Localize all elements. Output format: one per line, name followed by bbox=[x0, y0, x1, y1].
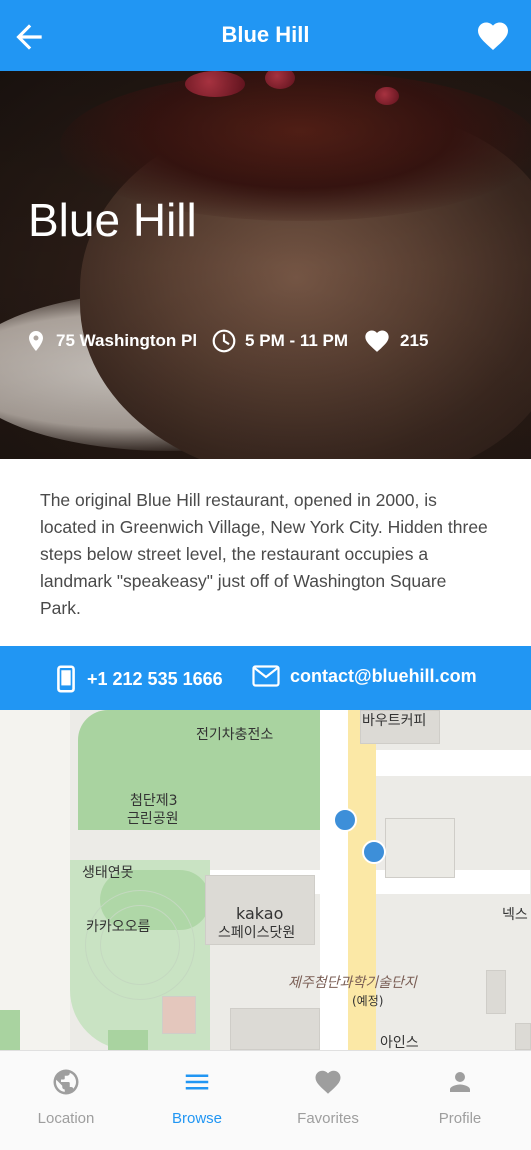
phone-number: +1 212 535 1666 bbox=[87, 668, 223, 689]
map-label: (예정) bbox=[352, 994, 384, 1008]
map-contour bbox=[85, 890, 195, 1000]
menu-icon bbox=[185, 1074, 209, 1090]
person-icon bbox=[450, 1072, 470, 1092]
map-building bbox=[162, 996, 196, 1034]
map-building bbox=[230, 1008, 320, 1050]
tab-label: Profile bbox=[438, 1110, 482, 1127]
hours: 5 PM - 11 PM bbox=[211, 328, 348, 354]
map-label: 첨단제3 bbox=[130, 793, 178, 809]
restaurant-name: Blue Hill bbox=[28, 194, 197, 246]
map-road bbox=[376, 750, 531, 764]
map-label: 카카오오름 bbox=[86, 919, 151, 935]
contact-bar: +1 212 535 1666 contact@bluehill.com bbox=[0, 646, 531, 710]
map-building bbox=[515, 1023, 531, 1050]
restaurant-description: The original Blue Hill restaurant, opene… bbox=[40, 490, 488, 618]
bus-stop-icon[interactable] bbox=[333, 808, 357, 832]
map-road bbox=[320, 710, 348, 1050]
heart-icon bbox=[478, 22, 508, 51]
hero-overlay bbox=[0, 71, 531, 459]
tab-location[interactable]: Location bbox=[0, 1067, 132, 1127]
map-park bbox=[108, 1030, 148, 1050]
map-park bbox=[0, 1010, 20, 1050]
map-label: 생태연못 bbox=[82, 865, 134, 881]
tab-browse[interactable]: Browse bbox=[131, 1067, 263, 1127]
tab-profile[interactable]: Profile bbox=[394, 1067, 526, 1127]
map-label: kakao bbox=[236, 904, 284, 923]
restaurant-meta: 75 Washington Pl 5 PM - 11 PM 215 bbox=[24, 327, 442, 355]
phone-link[interactable]: +1 212 535 1666 bbox=[55, 665, 223, 693]
tab-label: Browse bbox=[171, 1110, 223, 1127]
email-address: contact@bluehill.com bbox=[290, 665, 477, 686]
location-pin-icon bbox=[29, 331, 43, 351]
likes-count: 215 bbox=[400, 331, 429, 350]
phone-icon bbox=[57, 665, 75, 693]
bus-stop-icon[interactable] bbox=[362, 840, 386, 864]
map-label: 아인스 bbox=[380, 1035, 419, 1050]
map-building bbox=[486, 970, 506, 1014]
heart-icon bbox=[365, 330, 389, 352]
hours-text: 5 PM - 11 PM bbox=[245, 331, 349, 350]
map-road bbox=[0, 710, 70, 1050]
email-link[interactable]: contact@bluehill.com bbox=[252, 665, 477, 687]
map-label: 스페이스닷원 bbox=[218, 925, 296, 941]
heart-icon bbox=[315, 1070, 341, 1094]
hero-image: Blue Hill 75 Washington Pl 5 PM - 11 PM … bbox=[0, 71, 531, 459]
app-bar: Blue Hill bbox=[0, 0, 531, 71]
map-building bbox=[385, 818, 455, 878]
page-title: Blue Hill bbox=[221, 22, 310, 47]
clock-icon bbox=[212, 329, 236, 353]
tab-label: Favorites bbox=[297, 1110, 359, 1127]
map-label: 바우트커피 bbox=[362, 713, 427, 729]
favorite-button[interactable] bbox=[475, 18, 511, 54]
tab-label: Location bbox=[37, 1110, 95, 1127]
address-text: 75 Washington Pl bbox=[56, 331, 198, 350]
map-label: 근린공원 bbox=[127, 811, 179, 827]
bottom-navigation: Location Browse Favorites Profile bbox=[0, 1050, 531, 1150]
globe-icon bbox=[53, 1069, 79, 1095]
map-label: 제주첨단과학기술단지 bbox=[288, 975, 417, 991]
map[interactable]: 전기차충전소 바우트커피 첨단제3 근린공원 생태연못 카카오오름 kakao … bbox=[0, 710, 531, 1050]
map-label: 넥스 bbox=[502, 907, 528, 923]
map-label: 전기차충전소 bbox=[196, 727, 274, 743]
likes: 215 bbox=[362, 327, 428, 355]
address: 75 Washington Pl bbox=[24, 327, 197, 355]
tab-favorites[interactable]: Favorites bbox=[262, 1067, 394, 1127]
mail-icon bbox=[252, 665, 280, 687]
